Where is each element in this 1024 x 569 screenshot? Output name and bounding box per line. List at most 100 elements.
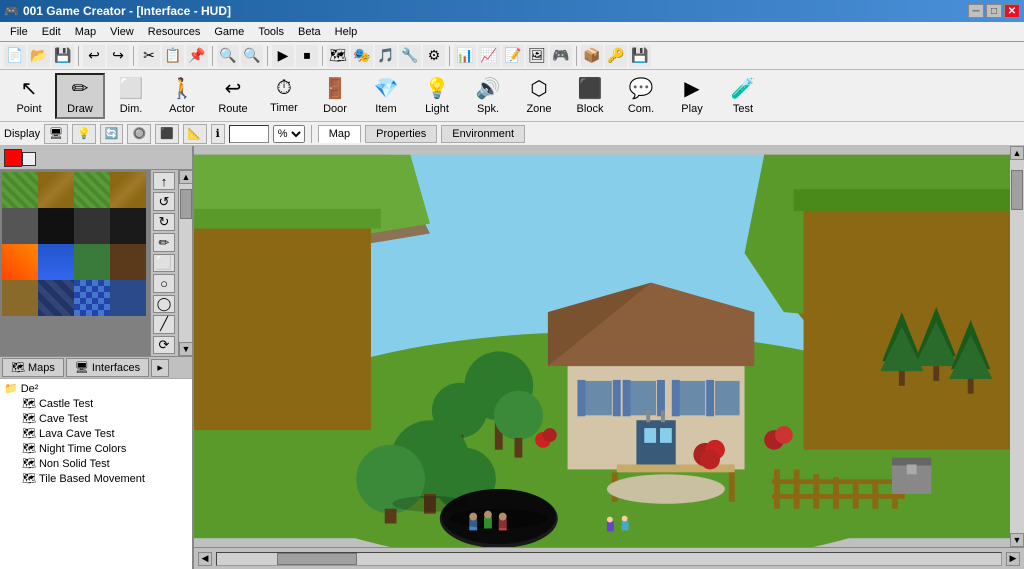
rotate-cw-tool[interactable]: ↻ [153, 213, 175, 231]
zoom-input[interactable]: 550 [229, 125, 269, 143]
open-btn[interactable]: 📂 [28, 45, 50, 67]
tile-2[interactable] [74, 172, 110, 208]
select-tool[interactable]: ⬜ [153, 254, 175, 272]
scroll-down-btn[interactable]: ▼ [1010, 533, 1024, 547]
tree-item-tile-movement[interactable]: 🗺 Tile Based Movement [20, 471, 190, 486]
minimize-button[interactable]: ─ [968, 4, 984, 18]
tool-block[interactable]: ⬛ Block [565, 73, 615, 119]
tree-item-castle[interactable]: 🗺 Castle Test [20, 396, 190, 411]
tool-spk[interactable]: 🔊 Spk. [463, 73, 513, 119]
menu-resources[interactable]: Resources [142, 24, 207, 40]
cut-btn[interactable]: ✂ [138, 45, 160, 67]
zoom-in-btn[interactable]: 🔍 [217, 45, 239, 67]
tool-btn12[interactable]: 🔑 [605, 45, 627, 67]
color-swatch-fg[interactable] [4, 149, 22, 167]
menu-beta[interactable]: Beta [292, 24, 327, 40]
pal-scroll-thumb[interactable] [180, 189, 192, 219]
tile-1[interactable] [38, 172, 74, 208]
tool-zone[interactable]: ⬡ Zone [514, 73, 564, 119]
tile-15[interactable] [110, 280, 146, 316]
arrow-up-tool[interactable]: ↑ [153, 172, 175, 190]
display-btn7[interactable]: ℹ [211, 124, 225, 144]
tree-item-non-solid[interactable]: 🗺 Non Solid Test [20, 456, 190, 471]
display-btn1[interactable]: 🖥 [44, 124, 68, 144]
pal-scroll-up[interactable]: ▲ [179, 170, 192, 184]
scroll-up-btn[interactable]: ▲ [1010, 146, 1024, 160]
tool-test[interactable]: 🧪 Test [718, 73, 768, 119]
menu-help[interactable]: Help [329, 24, 364, 40]
play-btn[interactable]: ▶ [272, 45, 294, 67]
h-scroll-thumb[interactable] [277, 553, 357, 565]
tile-3[interactable] [110, 172, 146, 208]
redo-btn[interactable]: ↪ [107, 45, 129, 67]
h-scrollbar[interactable] [216, 552, 1002, 566]
tile-11[interactable] [110, 244, 146, 280]
undo-btn[interactable]: ↩ [83, 45, 105, 67]
tool-btn3[interactable]: 🎵 [375, 45, 397, 67]
tree-root[interactable]: 📁 De² [2, 381, 190, 396]
rotate-ccw-tool[interactable]: ↺ [153, 192, 175, 210]
tool-btn7[interactable]: 📈 [478, 45, 500, 67]
tab-environment[interactable]: Environment [441, 125, 525, 143]
tile-12[interactable] [2, 280, 38, 316]
pencil-tool[interactable]: ✏ [153, 233, 175, 251]
tile-5[interactable] [38, 208, 74, 244]
tool-btn9[interactable]: 🖼 [526, 45, 548, 67]
color-swatch-bg[interactable] [22, 152, 36, 166]
tile-14[interactable] [74, 280, 110, 316]
tile-10[interactable] [74, 244, 110, 280]
tile-7[interactable] [110, 208, 146, 244]
save-btn[interactable]: 💾 [52, 45, 74, 67]
tool-play[interactable]: ▶ Play [667, 73, 717, 119]
refresh-tool[interactable]: ⟳ [153, 336, 175, 354]
scroll-right-btn[interactable]: ▶ [1006, 552, 1020, 566]
zoom-unit-select[interactable]: % [273, 125, 305, 143]
display-btn4[interactable]: 🔘 [127, 124, 151, 144]
tile-9[interactable] [38, 244, 74, 280]
tab-maps[interactable]: 🗺 Maps [2, 358, 64, 377]
map-view[interactable] [194, 146, 1010, 547]
new-btn[interactable]: 📄 [4, 45, 26, 67]
copy-btn[interactable]: 📋 [162, 45, 184, 67]
tool-item[interactable]: 💎 Item [361, 73, 411, 119]
tool-btn11[interactable]: 📦 [581, 45, 603, 67]
menu-edit[interactable]: Edit [36, 24, 67, 40]
tool-btn6[interactable]: 📊 [454, 45, 476, 67]
zoom-out-btn[interactable]: 🔍 [241, 45, 263, 67]
tool-btn8[interactable]: 📝 [502, 45, 524, 67]
tool-btn1[interactable]: 🗺 [327, 45, 349, 67]
scroll-left-btn[interactable]: ◀ [198, 552, 212, 566]
tab-interfaces[interactable]: 🖥 Interfaces [66, 358, 149, 377]
tree-item-cave[interactable]: 🗺 Cave Test [20, 411, 190, 426]
display-btn3[interactable]: 🔄 [100, 124, 124, 144]
circle-tool[interactable]: ○ [153, 274, 175, 292]
paste-btn[interactable]: 📌 [186, 45, 208, 67]
tool-timer[interactable]: ⏱ Timer [259, 73, 309, 119]
tab-properties[interactable]: Properties [365, 125, 437, 143]
tile-0[interactable] [2, 172, 38, 208]
display-btn6[interactable]: 📐 [183, 124, 207, 144]
tool-route[interactable]: ↩ Route [208, 73, 258, 119]
tree-item-night-colors[interactable]: 🗺 Night Time Colors [20, 441, 190, 456]
menu-map[interactable]: Map [69, 24, 102, 40]
tile-4[interactable] [2, 208, 38, 244]
tool-btn2[interactable]: 🎭 [351, 45, 373, 67]
line-tool[interactable]: ╱ [153, 315, 175, 333]
panel-extra-btn[interactable]: ▸ [151, 359, 169, 377]
tool-draw[interactable]: ✏ Draw [55, 73, 105, 119]
menu-view[interactable]: View [104, 24, 140, 40]
v-scroll-thumb[interactable] [1011, 170, 1023, 210]
menu-tools[interactable]: Tools [252, 24, 290, 40]
menu-game[interactable]: Game [208, 24, 250, 40]
display-btn2[interactable]: 💡 [72, 124, 96, 144]
tool-light[interactable]: 💡 Light [412, 73, 462, 119]
tool-btn4[interactable]: 🔧 [399, 45, 421, 67]
tab-map[interactable]: Map [318, 125, 361, 143]
tile-13[interactable] [38, 280, 74, 316]
stop-btn[interactable]: ⏹ [296, 45, 318, 67]
tool-btn10[interactable]: 🎮 [550, 45, 572, 67]
ellipse-tool[interactable]: ◯ [153, 295, 175, 313]
maximize-button[interactable]: □ [986, 4, 1002, 18]
tool-btn13[interactable]: 💾 [629, 45, 651, 67]
tool-com[interactable]: 💬 Com. [616, 73, 666, 119]
